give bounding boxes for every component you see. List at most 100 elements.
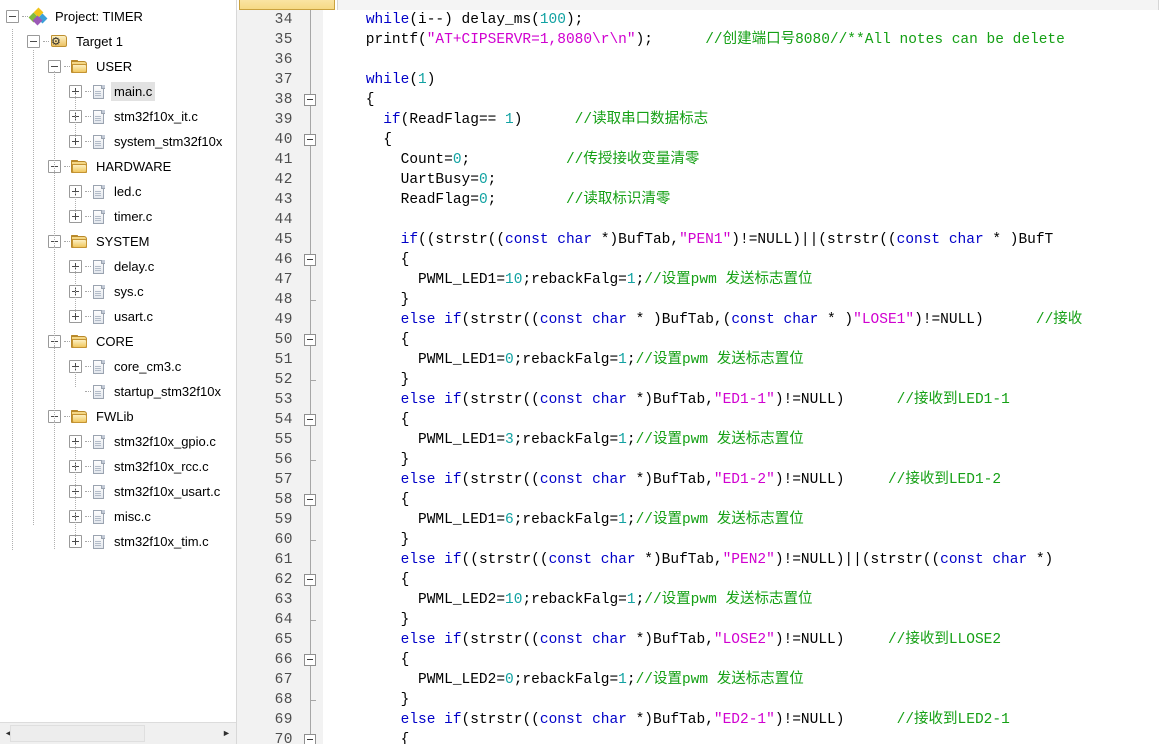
code-line[interactable]: 58 { xyxy=(237,490,1159,510)
code-line[interactable]: 45 if((strstr((const char *)BufTab,"PEN1… xyxy=(237,230,1159,250)
code-line[interactable]: 43 ReadFlag=0; //读取标识清零 xyxy=(237,190,1159,210)
code-line[interactable]: 42 UartBusy=0; xyxy=(237,170,1159,190)
code-line[interactable]: 67 PWML_LED2=0;rebackFalg=1;//设置pwm 发送标志… xyxy=(237,670,1159,690)
code-line[interactable]: 34 while(i--) delay_ms(100); xyxy=(237,10,1159,30)
scrollbar-thumb[interactable] xyxy=(10,725,145,742)
code-line[interactable]: 64 } xyxy=(237,610,1159,630)
code-line[interactable]: 60 } xyxy=(237,530,1159,550)
tree-connector xyxy=(64,65,70,68)
folder-icon xyxy=(71,334,88,349)
code-line[interactable]: 37 while(1) xyxy=(237,70,1159,90)
code-line[interactable]: 35 printf("AT+CIPSERVR=1,8080\r\n"); //创… xyxy=(237,30,1159,50)
tree-collapse-icon[interactable] xyxy=(27,35,40,48)
project-tree[interactable]: Project: TIMER ⚙ Target 1 USER main.c stm32f1… xyxy=(0,4,236,722)
code-line[interactable]: 57 else if(strstr((const char *)BufTab,"… xyxy=(237,470,1159,490)
tree-item-misc-c[interactable]: misc.c xyxy=(0,504,236,529)
tree-item-stm32f10x-gpio-c[interactable]: stm32f10x_gpio.c xyxy=(0,429,236,454)
tree-item-user[interactable]: USER xyxy=(0,54,236,79)
code-line[interactable]: 52 } xyxy=(237,370,1159,390)
code-line-text: PWML_LED1=3;rebackFalg=1;//设置pwm 发送标志置位 xyxy=(331,432,804,448)
tree-item-stm32f10x-it-c[interactable]: stm32f10x_it.c xyxy=(0,104,236,129)
tree-item-sys-c[interactable]: sys.c xyxy=(0,279,236,304)
code-fold-collapse-icon[interactable] xyxy=(299,490,323,510)
code-line[interactable]: 55 PWML_LED1=3;rebackFalg=1;//设置pwm 发送标志… xyxy=(237,430,1159,450)
code-line[interactable]: 47 PWML_LED1=10;rebackFalg=1;//设置pwm 发送标… xyxy=(237,270,1159,290)
code-fold-collapse-icon[interactable] xyxy=(299,90,323,110)
code-line[interactable]: 36 xyxy=(237,50,1159,70)
tree-item-core[interactable]: CORE xyxy=(0,329,236,354)
tree-item-hardware[interactable]: HARDWARE xyxy=(0,154,236,179)
code-line-text: else if(strstr((const char *)BufTab,"LOS… xyxy=(400,632,1002,648)
tree-item-label: Project: TIMER xyxy=(55,9,143,24)
tree-guide-line xyxy=(33,50,35,525)
tree-item-label: Target 1 xyxy=(76,34,123,49)
tree-collapse-icon[interactable] xyxy=(6,10,19,23)
tree-item-delay-c[interactable]: delay.c xyxy=(0,254,236,279)
code-line[interactable]: 50 { xyxy=(237,330,1159,350)
tree-item-startup-stm32f10x[interactable]: startup_stm32f10x xyxy=(0,379,236,404)
code-fold-guide xyxy=(299,310,323,330)
code-fold-collapse-icon[interactable] xyxy=(299,330,323,350)
tree-item-label: core_cm3.c xyxy=(114,359,182,374)
line-number: 63 xyxy=(237,590,299,610)
code-line[interactable]: 59 PWML_LED1=6;rebackFalg=1;//设置pwm 发送标志… xyxy=(237,510,1159,530)
code-line[interactable]: 41 Count=0; //传授接收变量清零 xyxy=(237,150,1159,170)
tree-item-system[interactable]: SYSTEM xyxy=(0,229,236,254)
code-line-text: { xyxy=(331,412,410,428)
code-line-text: ReadFlag=0; //读取标识清零 xyxy=(331,192,671,208)
code-line[interactable]: 40 { xyxy=(237,130,1159,150)
code-line[interactable]: 70 { xyxy=(237,730,1159,744)
code-line[interactable]: 61 else if((strstr((const char *)BufTab,… xyxy=(237,550,1159,570)
editor-tab-strip[interactable] xyxy=(237,0,1159,10)
code-fold-collapse-icon[interactable] xyxy=(299,570,323,590)
project-tree-horizontal-scrollbar[interactable]: ◄ ► xyxy=(0,722,236,744)
tree-item-label: CORE xyxy=(96,334,134,349)
code-fold-guide xyxy=(299,710,323,730)
code-fold-guide xyxy=(299,350,323,370)
code-line[interactable]: 44 xyxy=(237,210,1159,230)
tree-item-usart-c[interactable]: usart.c xyxy=(0,304,236,329)
code-line-text: PWML_LED1=0;rebackFalg=1;//设置pwm 发送标志置位 xyxy=(331,352,804,368)
tree-item-timer-c[interactable]: timer.c xyxy=(0,204,236,229)
tree-item-fwlib[interactable]: FWLib xyxy=(0,404,236,429)
tree-item-led-c[interactable]: led.c xyxy=(0,179,236,204)
code-line[interactable]: 69 else if(strstr((const char *)BufTab,"… xyxy=(237,710,1159,730)
tree-item-target-1[interactable]: ⚙ Target 1 xyxy=(0,29,236,54)
code-line[interactable]: 62 { xyxy=(237,570,1159,590)
editor-tab-main-c[interactable] xyxy=(239,0,335,10)
code-line[interactable]: 56 } xyxy=(237,450,1159,470)
tree-item-label: stm32f10x_gpio.c xyxy=(114,434,216,449)
code-line[interactable]: 53 else if(strstr((const char *)BufTab,"… xyxy=(237,390,1159,410)
code-line[interactable]: 49 else if(strstr((const char * )BufTab,… xyxy=(237,310,1159,330)
tree-item-main-c[interactable]: main.c xyxy=(0,79,236,104)
tree-item-stm32f10x-tim-c[interactable]: stm32f10x_tim.c xyxy=(0,529,236,554)
code-line[interactable]: 68 } xyxy=(237,690,1159,710)
code-line-text xyxy=(323,50,1159,70)
code-line[interactable]: 38 { xyxy=(237,90,1159,110)
code-fold-collapse-icon[interactable] xyxy=(299,250,323,270)
tree-item-core-cm3-c[interactable]: core_cm3.c xyxy=(0,354,236,379)
code-fold-collapse-icon[interactable] xyxy=(299,650,323,670)
tree-item-project-timer[interactable]: Project: TIMER xyxy=(0,4,236,29)
code-line[interactable]: 51 PWML_LED1=0;rebackFalg=1;//设置pwm 发送标志… xyxy=(237,350,1159,370)
code-line[interactable]: 66 { xyxy=(237,650,1159,670)
c-file-icon xyxy=(92,484,106,500)
c-file-icon xyxy=(92,434,106,450)
code-fold-collapse-icon[interactable] xyxy=(299,410,323,430)
code-line[interactable]: 46 { xyxy=(237,250,1159,270)
tree-item-system-stm32f10x[interactable]: system_stm32f10x xyxy=(0,129,236,154)
code-fold-collapse-icon[interactable] xyxy=(299,130,323,150)
code-line[interactable]: 65 else if(strstr((const char *)BufTab,"… xyxy=(237,630,1159,650)
tree-item-stm32f10x-rcc-c[interactable]: stm32f10x_rcc.c xyxy=(0,454,236,479)
line-number: 45 xyxy=(237,230,299,250)
code-line[interactable]: 54 { xyxy=(237,410,1159,430)
tree-connector xyxy=(85,490,91,493)
tree-item-stm32f10x-usart-c[interactable]: stm32f10x_usart.c xyxy=(0,479,236,504)
code-editor-text-area[interactable]: 34 while(i--) delay_ms(100); 35 printf("A… xyxy=(237,10,1159,744)
code-line-text: } xyxy=(331,692,410,708)
code-fold-collapse-icon[interactable] xyxy=(299,730,323,744)
code-line[interactable]: 63 PWML_LED2=10;rebackFalg=1;//设置pwm 发送标… xyxy=(237,590,1159,610)
code-line[interactable]: 39 if(ReadFlag== 1) //读取串口数据标志 xyxy=(237,110,1159,130)
code-line[interactable]: 48 } xyxy=(237,290,1159,310)
scroll-right-arrow-icon[interactable]: ► xyxy=(218,723,235,744)
